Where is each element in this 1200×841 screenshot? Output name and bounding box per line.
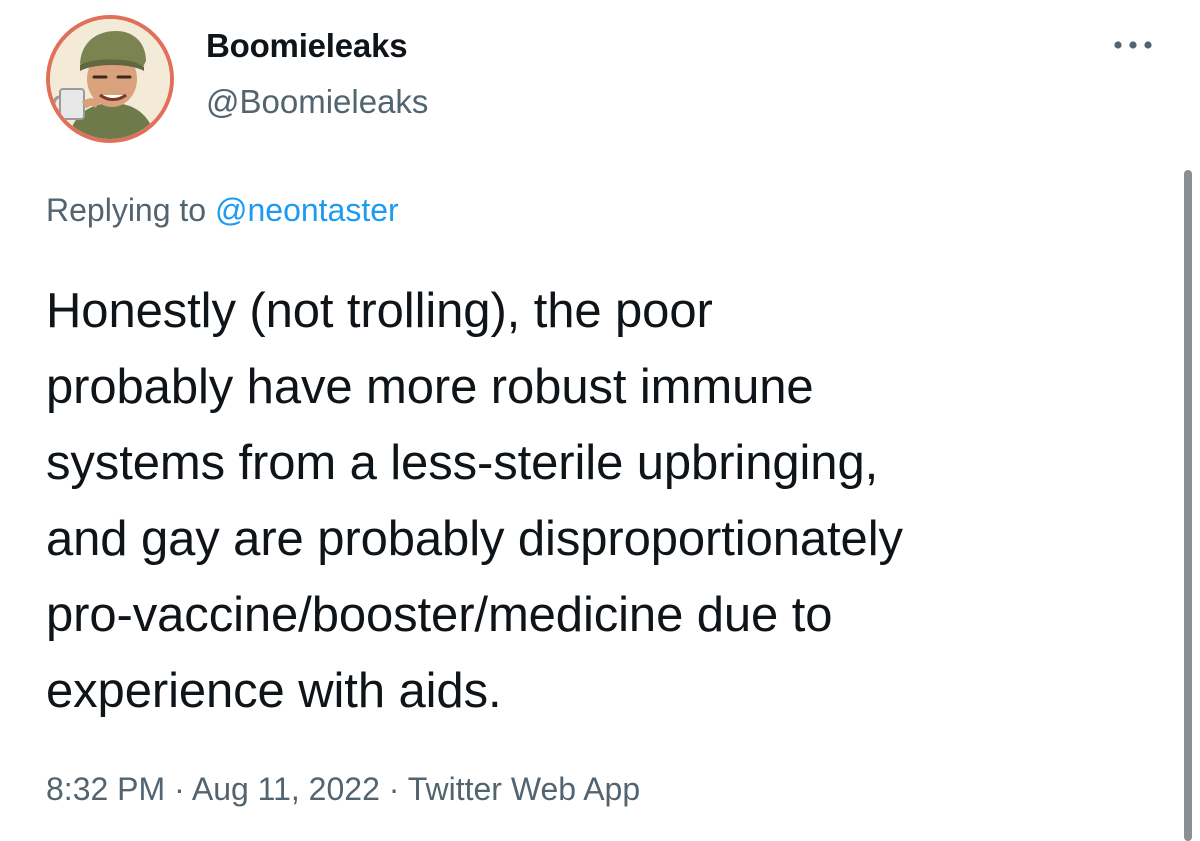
tweet-metadata: 8:32 PM · Aug 11, 2022 · Twitter Web App: [46, 768, 640, 810]
more-horizontal-icon: [1114, 41, 1152, 49]
replying-to: Replying to @neontaster: [46, 190, 399, 230]
replying-to-handle-link[interactable]: @neontaster: [215, 192, 399, 228]
meta-separator: ·: [379, 771, 408, 807]
tweet: Boomieleaks @Boomieleaks Replying to @ne…: [0, 0, 1200, 841]
author-handle[interactable]: @Boomieleaks: [206, 82, 428, 122]
tweet-date[interactable]: Aug 11, 2022: [192, 771, 380, 807]
replying-to-label: Replying to: [46, 192, 215, 228]
meta-separator: ·: [165, 771, 192, 807]
tweet-text: Honestly (not trolling), the poor probab…: [46, 284, 903, 718]
tweet-time[interactable]: 8:32 PM: [46, 771, 165, 807]
avatar[interactable]: [46, 15, 174, 143]
scrollbar[interactable]: [1184, 170, 1192, 841]
avatar-illustration: [50, 19, 170, 139]
more-options-button[interactable]: [1108, 30, 1158, 60]
author-display-name[interactable]: Boomieleaks: [206, 26, 408, 66]
tweet-source[interactable]: Twitter Web App: [408, 771, 640, 807]
